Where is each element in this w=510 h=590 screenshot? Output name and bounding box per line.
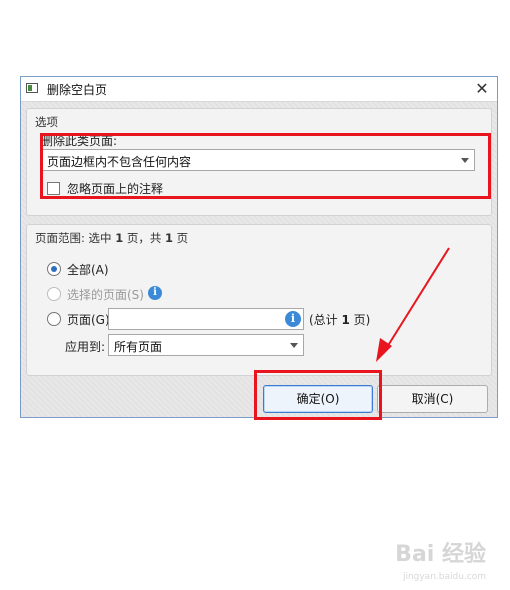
annotation-arrow [376, 247, 450, 362]
watermark-url: jingyan.baidu.com [402, 572, 486, 582]
watermark-logo: Bai 经验 [395, 542, 486, 567]
